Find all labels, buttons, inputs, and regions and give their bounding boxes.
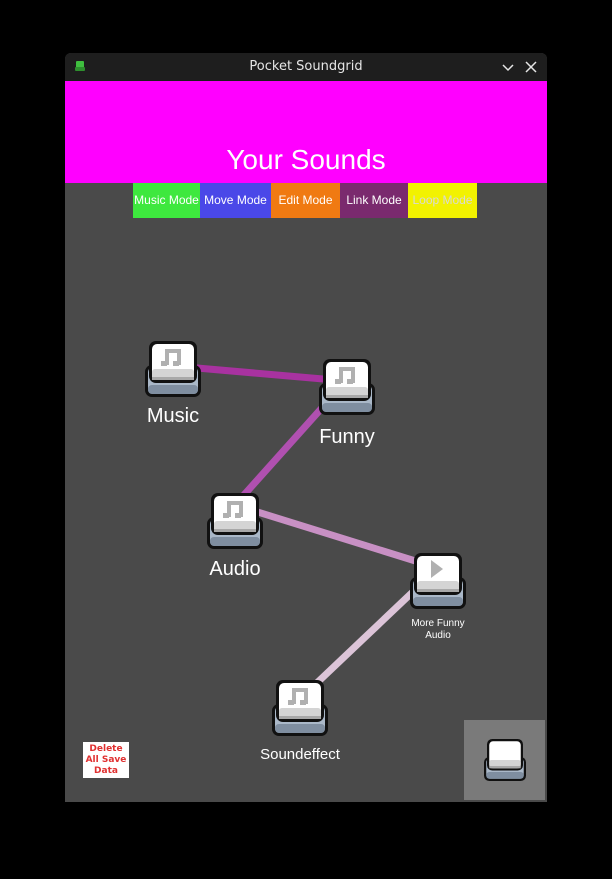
music-mode-button[interactable]: Music Mode xyxy=(133,183,200,218)
page-title: Your Sounds xyxy=(226,144,386,175)
music-note-icon xyxy=(319,359,375,415)
sound-grid-canvas: Music Funny Audio More Funny Audio Sound… xyxy=(65,218,547,802)
close-icon[interactable] xyxy=(522,58,540,76)
sound-button-funny[interactable] xyxy=(315,355,379,419)
header-banner: Your Sounds xyxy=(65,81,547,183)
music-note-icon xyxy=(145,341,201,397)
sound-label: Music xyxy=(146,405,200,427)
delete-all-save-data-button[interactable]: Delete All Save Data xyxy=(83,742,129,778)
app-window: Pocket Soundgrid Your Sounds Music Mode … xyxy=(65,53,547,802)
title-bar: Pocket Soundgrid xyxy=(65,53,547,81)
edit-mode-button[interactable]: Edit Mode xyxy=(271,183,340,218)
music-note-icon xyxy=(207,493,263,549)
sound-button-audio[interactable] xyxy=(203,489,267,553)
sound-button-more-funny-audio[interactable] xyxy=(406,549,470,613)
window-title: Pocket Soundgrid xyxy=(249,59,363,74)
new-sound-panel[interactable] xyxy=(464,720,545,800)
sound-button-music[interactable] xyxy=(141,337,205,401)
sound-label: Soundeffect xyxy=(260,746,340,763)
sound-label: Audio xyxy=(209,558,261,580)
move-mode-button[interactable]: Move Mode xyxy=(200,183,271,218)
chevron-down-icon[interactable] xyxy=(499,58,517,76)
play-icon xyxy=(410,553,466,609)
sound-label: More Funny Audio xyxy=(411,618,465,641)
sound-label: Funny xyxy=(319,426,375,448)
loop-mode-button[interactable]: Loop Mode xyxy=(408,183,477,218)
sound-button-soundeffect[interactable] xyxy=(268,676,332,740)
music-note-icon xyxy=(272,680,328,736)
link-mode-button[interactable]: Link Mode xyxy=(340,183,408,218)
blank-key-icon xyxy=(484,739,526,781)
